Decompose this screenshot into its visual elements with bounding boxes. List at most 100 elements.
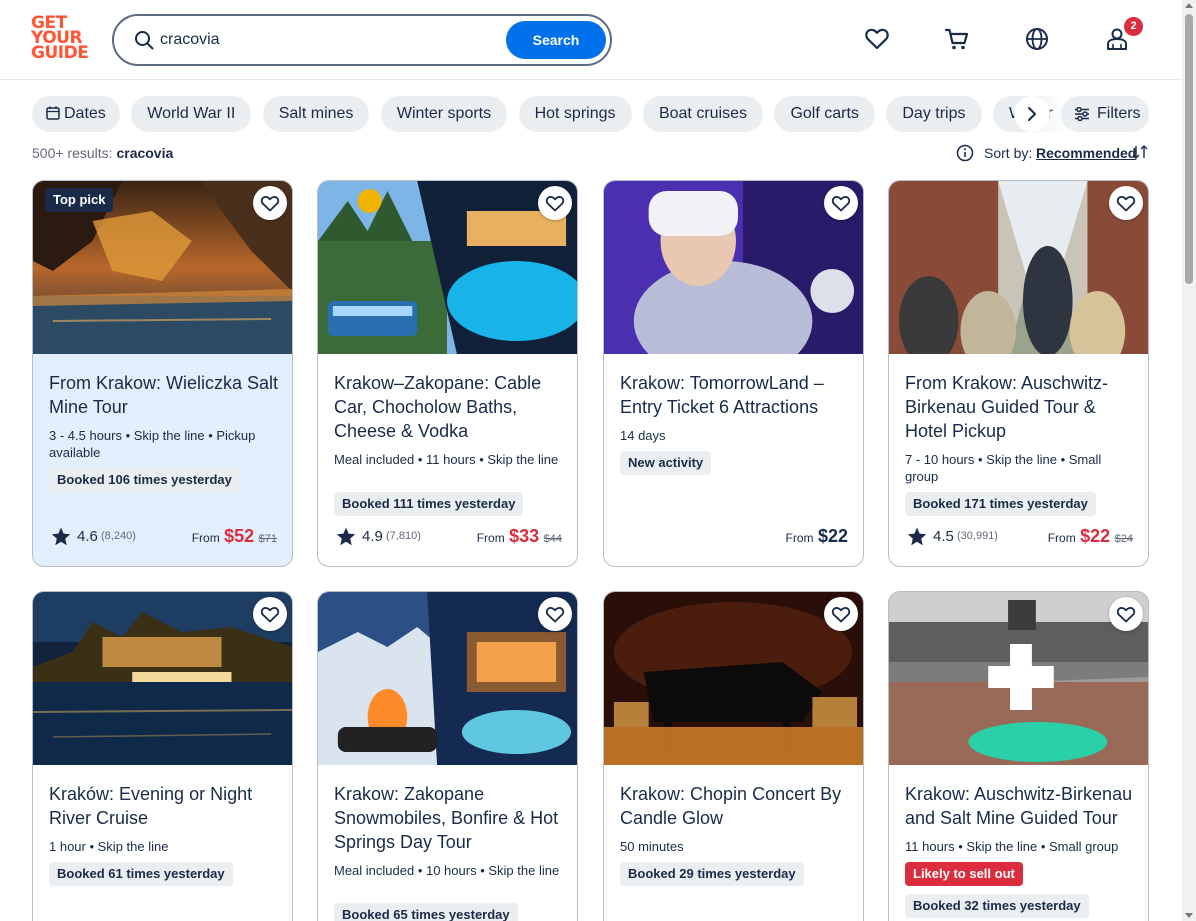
activity-card[interactable]: Krakow: Auschwitz-Birkenau and Salt Mine…: [888, 591, 1149, 921]
activity-image[interactable]: [889, 592, 1148, 765]
heart-icon: [831, 196, 851, 212]
activity-card[interactable]: Krakow: Zakopane Snowmobiles, Bonfire & …: [317, 591, 578, 921]
activity-image[interactable]: [889, 181, 1148, 354]
new-activity-badge: New activity: [620, 451, 712, 475]
activity-title[interactable]: From Krakow: Wieliczka Salt Mine Tour: [49, 371, 281, 419]
chip-winter-sports[interactable]: Winter sports: [380, 96, 508, 132]
activity-title[interactable]: Krakow–Zakopane: Cable Car, Chocholow Ba…: [334, 371, 566, 443]
activity-image[interactable]: [318, 181, 577, 354]
page-scrollbar[interactable]: [1182, 0, 1196, 921]
sort-value[interactable]: Recommended: [1036, 145, 1136, 161]
scrollbar-thumb[interactable]: [1185, 14, 1193, 284]
review-count: (30,991): [957, 530, 998, 542]
results-count-text: 500+ results:: [32, 145, 113, 161]
wishlist-button[interactable]: [824, 186, 858, 220]
chip-salt-mines[interactable]: Salt mines: [262, 96, 370, 132]
activity-image[interactable]: [33, 592, 292, 765]
activity-title[interactable]: Krakow: Chopin Concert By Candle Glow: [620, 782, 852, 830]
heart-icon: [831, 607, 851, 623]
top-pick-badge: Top pick: [45, 188, 114, 212]
activity-image[interactable]: [604, 592, 863, 765]
activity-card[interactable]: Krakow: TomorrowLand – Entry Ticket 6 At…: [603, 180, 864, 567]
filter-chips-row: Dates World War II Salt mines Winter spo…: [32, 96, 1062, 132]
booked-badge: Booked 32 times yesterday: [905, 894, 1089, 918]
price-from-label: From: [785, 531, 814, 545]
wishlist-button[interactable]: [1109, 186, 1143, 220]
activity-meta: Meal included • 10 hours • Skip the line: [334, 863, 560, 878]
filters-label: Filters: [1097, 105, 1141, 122]
getyourguide-logo[interactable]: GET YOUR GUIDE: [31, 15, 91, 64]
price-original: $24: [1114, 533, 1133, 545]
chip-world-war-ii[interactable]: World War II: [131, 96, 252, 132]
activity-card[interactable]: Krakow–Zakopane: Cable Car, Chocholow Ba…: [317, 180, 578, 567]
search-icon: [135, 31, 154, 50]
activity-meta: 14 days: [620, 428, 666, 443]
globe-icon[interactable]: [1024, 26, 1050, 52]
activity-price: From $52 $71: [192, 526, 277, 550]
info-icon[interactable]: [956, 144, 974, 162]
price-original: $71: [258, 533, 277, 545]
review-count: (7,810): [386, 530, 421, 542]
wishlist-button[interactable]: [538, 597, 572, 631]
activity-meta: 7 - 10 hours • Skip the line • Small gro…: [905, 452, 1102, 484]
search-button[interactable]: Search: [506, 21, 606, 59]
activity-title[interactable]: Krakow: Auschwitz-Birkenau and Salt Mine…: [905, 782, 1137, 830]
scroll-up-arrow[interactable]: [1185, 3, 1193, 8]
activity-meta: Meal included • 11 hours • Skip the line: [334, 452, 559, 467]
price-amount: $52: [224, 526, 255, 546]
chip-day-trips[interactable]: Day trips: [886, 96, 982, 132]
price-amount: $22: [817, 526, 848, 546]
chips-next-button[interactable]: [1014, 96, 1050, 132]
activity-image[interactable]: [318, 592, 577, 765]
activity-card[interactable]: Kraków: Evening or Night River Cruise 1 …: [32, 591, 293, 921]
chip-boat-cruises[interactable]: Boat cruises: [642, 96, 763, 132]
site-header: GET YOUR GUIDE Search 2: [0, 0, 1182, 80]
sort-label: Sort by:: [984, 145, 1033, 161]
sort-icon[interactable]: [1132, 144, 1148, 160]
booked-badge: Booked 61 times yesterday: [49, 862, 233, 886]
booked-badge: Booked 29 times yesterday: [620, 862, 804, 886]
search-input[interactable]: [160, 26, 500, 54]
booked-badge: Booked 171 times yesterday: [905, 492, 1096, 516]
likely-to-sell-out-badge: Likely to sell out: [905, 862, 1023, 886]
activity-card[interactable]: Krakow: Chopin Concert By Candle Glow 50…: [603, 591, 864, 921]
wishlist-button[interactable]: [253, 597, 287, 631]
heart-icon: [545, 196, 565, 212]
star-icon: [336, 527, 356, 546]
star-icon: [907, 527, 927, 546]
activity-title[interactable]: Krakow: Zakopane Snowmobiles, Bonfire & …: [334, 782, 566, 854]
price-amount: $22: [1080, 526, 1111, 546]
price-from-label: From: [476, 531, 505, 545]
activity-image[interactable]: [604, 181, 863, 354]
chip-golf-carts[interactable]: Golf carts: [774, 96, 875, 132]
price-from-label: From: [191, 531, 220, 545]
wishlist-button[interactable]: [538, 186, 572, 220]
wishlist-button[interactable]: [253, 186, 287, 220]
heart-icon: [260, 607, 280, 623]
wishlist-button[interactable]: [824, 597, 858, 631]
heart-icon: [1116, 196, 1136, 212]
rating-value: 4.5: [933, 528, 954, 545]
activity-card[interactable]: From Krakow: Auschwitz-Birkenau Guided T…: [888, 180, 1149, 567]
heart-icon[interactable]: [864, 26, 890, 52]
activity-card[interactable]: Top pick From Krakow: Wieliczka Salt Min…: [32, 180, 293, 567]
activity-meta: 3 - 4.5 hours • Skip the line • Pickup a…: [49, 428, 256, 460]
activity-title[interactable]: From Krakow: Auschwitz-Birkenau Guided T…: [905, 371, 1137, 443]
activity-title[interactable]: Krakow: TomorrowLand – Entry Ticket 6 At…: [620, 371, 852, 419]
chip-dates[interactable]: Dates: [32, 96, 120, 132]
filters-button[interactable]: Filters: [1061, 96, 1149, 132]
results-query: cracovia: [116, 145, 174, 161]
rating-value: 4.9: [362, 528, 383, 545]
sort-control[interactable]: Sort by: Recommended: [956, 143, 1150, 163]
activity-title[interactable]: Kraków: Evening or Night River Cruise: [49, 782, 281, 830]
activity-image[interactable]: Top pick: [33, 181, 292, 354]
filters-icon: [1075, 107, 1089, 121]
cart-count-badge: 2: [1124, 17, 1143, 36]
chip-hot-springs[interactable]: Hot springs: [518, 96, 632, 132]
wishlist-button[interactable]: [1109, 597, 1143, 631]
review-count: (8,240): [101, 530, 136, 542]
activity-meta: 50 minutes: [620, 839, 684, 854]
scroll-down-arrow[interactable]: [1185, 913, 1193, 918]
cart-icon[interactable]: [944, 26, 970, 52]
rating-value: 4.6: [77, 528, 98, 545]
